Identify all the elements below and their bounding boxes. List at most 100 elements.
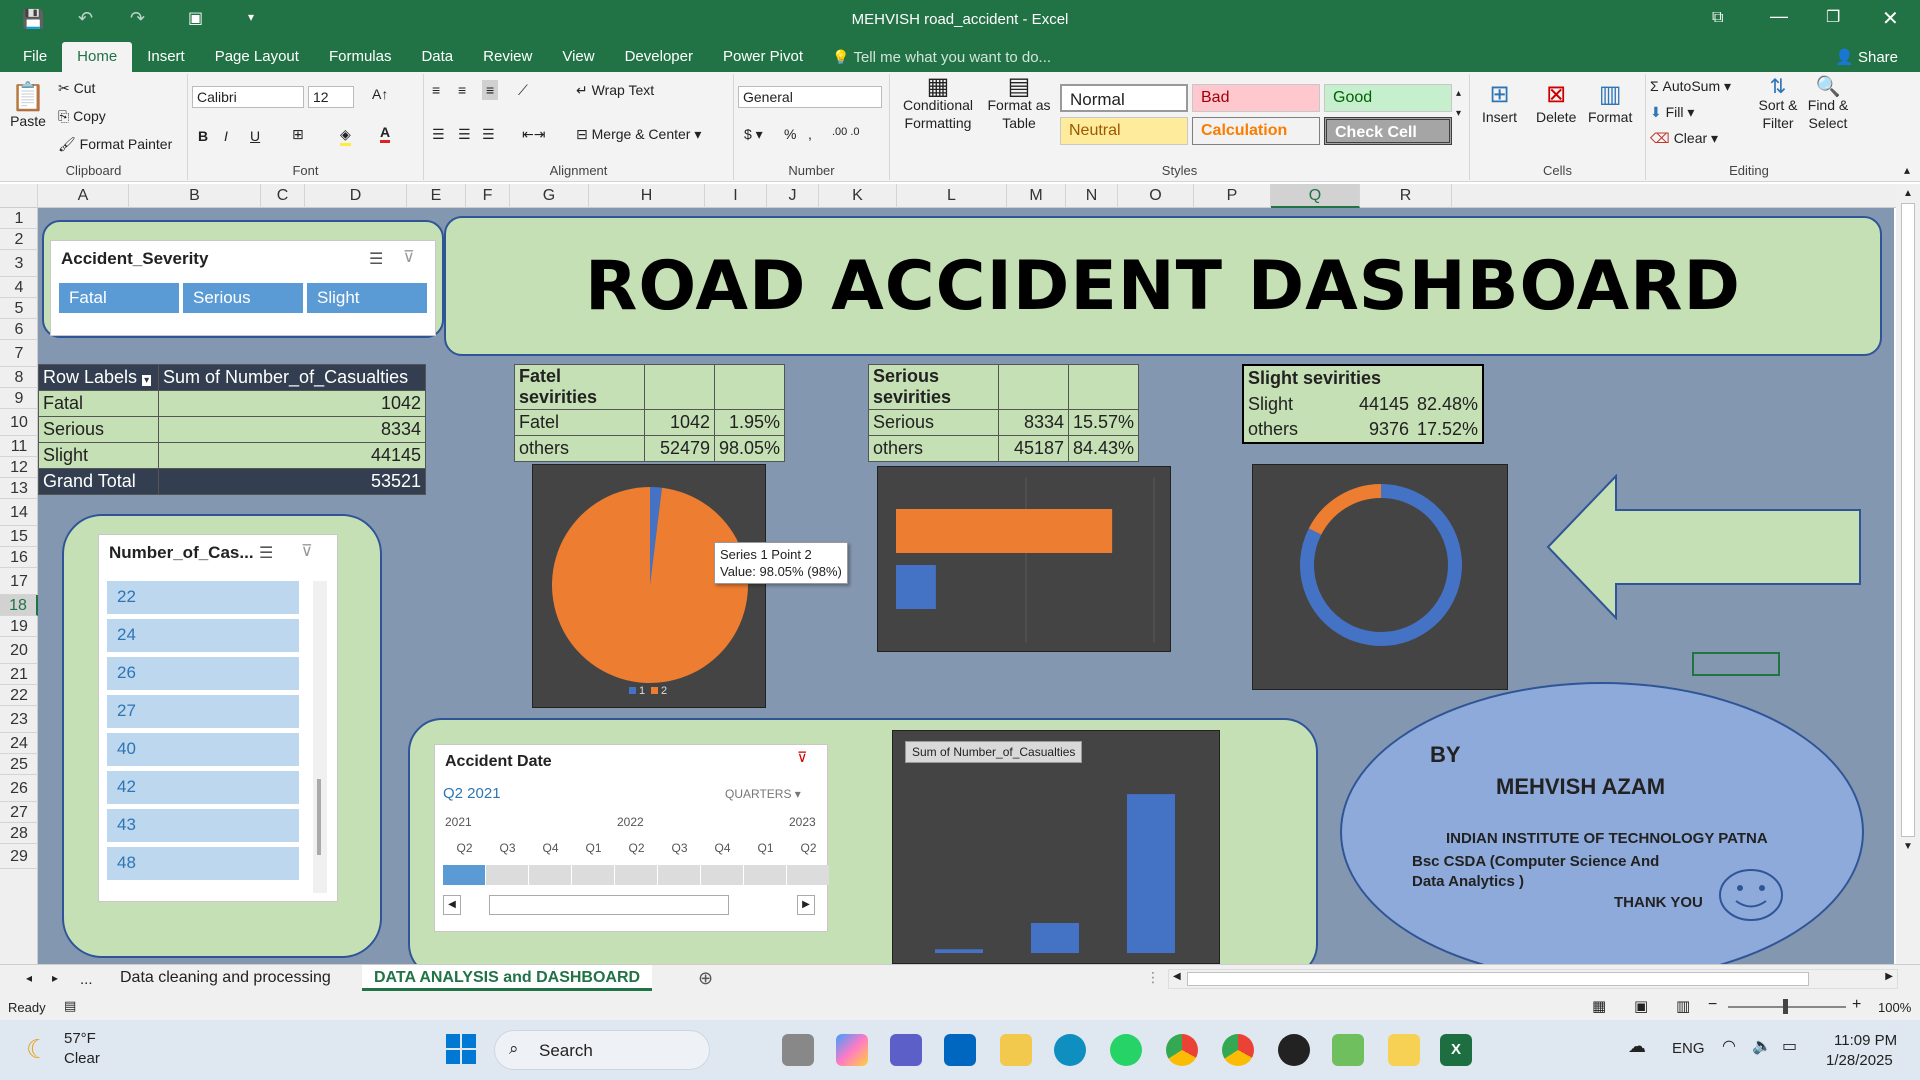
paste-button[interactable]: 📋 Paste <box>8 80 48 129</box>
styles-scroll-icon[interactable]: ▴ ▾ <box>1456 84 1461 124</box>
scroll-thumb[interactable] <box>1901 203 1915 837</box>
slicer-item[interactable]: 43 <box>107 809 299 842</box>
column-header[interactable]: I <box>705 184 767 208</box>
grand-total-value[interactable]: 53521 <box>158 468 426 495</box>
align-top-icon[interactable]: ≡ <box>432 82 440 98</box>
timeline-scrollbar[interactable] <box>489 895 729 915</box>
timeline-period-bar[interactable] <box>701 865 743 885</box>
row-header[interactable]: 6 <box>0 319 38 340</box>
style-calculation[interactable]: Calculation <box>1192 117 1320 145</box>
donut-segment[interactable] <box>1308 484 1382 535</box>
empty-cell[interactable] <box>713 364 786 410</box>
row-header[interactable]: 16 <box>0 547 38 568</box>
clear-filter-icon[interactable]: ⊽ <box>797 749 807 766</box>
tab-dashboard[interactable]: DATA ANALYSIS and DASHBOARD <box>362 965 653 991</box>
menu-tab[interactable]: Page Layout <box>200 42 314 72</box>
minimize-icon[interactable]: — <box>1770 6 1788 27</box>
find-select-button[interactable]: 🔍 Find & Select <box>1804 77 1852 132</box>
chrome-icon[interactable] <box>1166 1034 1198 1066</box>
ribbon-display-icon[interactable]: ⧉ <box>1712 9 1723 27</box>
casualties-column-chart[interactable]: Sum of Number_of_Casualties <box>892 730 1220 964</box>
pivot-row-value[interactable]: 8334 <box>158 416 426 443</box>
column-header[interactable]: K <box>819 184 897 208</box>
align-right-icon[interactable]: ☰ <box>482 126 495 143</box>
row-header[interactable]: 5 <box>0 298 38 319</box>
menu-tab[interactable]: Developer <box>610 42 708 72</box>
orientation-icon[interactable]: ⟋ <box>518 82 528 99</box>
table-cell[interactable]: others <box>868 435 999 462</box>
zoom-slider-thumb[interactable] <box>1783 999 1788 1014</box>
row-header[interactable]: 29 <box>0 844 38 869</box>
format-as-table-button[interactable]: ▤ Format as Table <box>984 75 1054 132</box>
bold-icon[interactable]: B <box>198 128 208 144</box>
select-all-corner[interactable] <box>0 184 38 208</box>
slicer-item-slight[interactable]: Slight <box>307 283 427 313</box>
row-header[interactable]: 4 <box>0 277 38 298</box>
column-header[interactable]: H <box>589 184 705 208</box>
touch-mode-icon[interactable]: ▣ <box>188 8 203 28</box>
column-header[interactable]: L <box>897 184 1007 208</box>
timeline-period-bar[interactable] <box>615 865 657 885</box>
horizontal-scrollbar[interactable]: ◀ ▶ <box>1168 969 1898 989</box>
number-format-select[interactable]: General <box>738 86 882 108</box>
filter-dropdown-icon[interactable]: ▾ <box>142 375 152 386</box>
autosum-button[interactable]: Σ AutoSum ▾ <box>1650 78 1731 95</box>
column-header[interactable]: P <box>1194 184 1271 208</box>
row-header[interactable]: 8 <box>0 367 38 388</box>
restore-icon[interactable]: ❐ <box>1826 7 1840 27</box>
tab-scroll-right-icon[interactable]: ▸ <box>52 971 58 985</box>
scroll-down-icon[interactable]: ▼ <box>1896 841 1920 852</box>
close-icon[interactable]: ✕ <box>1882 6 1899 31</box>
row-header[interactable]: 23 <box>0 706 38 733</box>
pivot-row-label[interactable]: Serious <box>38 416 159 443</box>
row-header[interactable]: 9 <box>0 388 38 409</box>
notepad-icon[interactable] <box>1332 1034 1364 1066</box>
bar[interactable] <box>896 509 1113 553</box>
menu-tab[interactable]: File <box>8 42 62 72</box>
language-indicator[interactable]: ENG <box>1672 1040 1705 1057</box>
format-cells-button[interactable]: ▥ Format <box>1588 80 1632 125</box>
style-good[interactable]: Good <box>1324 84 1452 112</box>
table-cell[interactable]: 98.05% <box>713 435 786 462</box>
file-explorer-icon[interactable] <box>1000 1034 1032 1066</box>
serious-bar-chart[interactable] <box>877 466 1171 652</box>
fatal-pie-chart[interactable]: 1 2 <box>532 464 766 708</box>
timeline-quarter[interactable]: Q4 <box>701 841 744 855</box>
row-header[interactable]: 13 <box>0 478 38 499</box>
slicer-item-fatal[interactable]: Fatal <box>59 283 179 313</box>
add-sheet-icon[interactable]: ⊕ <box>698 968 713 989</box>
align-middle-icon[interactable]: ≡ <box>458 82 466 98</box>
timeline-quarter[interactable]: Q3 <box>658 841 701 855</box>
timeline-quarter[interactable]: Q2 <box>615 841 658 855</box>
pivot-row-label[interactable]: Slight <box>38 442 159 469</box>
row-header[interactable]: 17 <box>0 568 38 595</box>
hscroll-right-icon[interactable]: ▶ <box>1885 971 1893 982</box>
pivot-row-label[interactable]: Fatal <box>38 390 159 417</box>
row-header[interactable]: 27 <box>0 802 38 823</box>
column-bar[interactable] <box>1127 794 1175 953</box>
multi-select-icon[interactable]: ☰ <box>369 249 383 269</box>
worksheet[interactable]: Accident_Severity ☰ ⊽ Fatal Serious Slig… <box>38 208 1894 964</box>
row-header[interactable]: 18 <box>0 595 38 616</box>
slicer-item[interactable]: 40 <box>107 733 299 766</box>
column-header[interactable]: R <box>1360 184 1452 208</box>
table-cell[interactable]: 1042 <box>644 409 715 436</box>
empty-cell[interactable] <box>644 364 715 410</box>
column-header[interactable]: E <box>407 184 466 208</box>
row-header[interactable]: 22 <box>0 685 38 706</box>
table-cell[interactable]: 44145 <box>1353 391 1413 417</box>
redo-icon[interactable]: ↷ <box>130 8 145 29</box>
align-center-icon[interactable]: ☰ <box>458 126 471 143</box>
timeline-quarter[interactable]: Q1 <box>744 841 787 855</box>
table-cell[interactable]: 17.52% <box>1413 417 1483 443</box>
row-header[interactable]: 28 <box>0 823 38 844</box>
pivot-header-row-labels[interactable]: Row Labels ▾ <box>38 364 159 391</box>
copy-button[interactable]: ⎘ Copy <box>58 108 106 125</box>
column-header[interactable]: Q <box>1271 184 1360 208</box>
store-icon[interactable] <box>944 1034 976 1066</box>
chart-field-button[interactable]: Sum of Number_of_Casualties <box>905 741 1083 763</box>
row-header[interactable]: 15 <box>0 526 38 547</box>
timeline-period-bar[interactable] <box>572 865 614 885</box>
column-header[interactable]: F <box>466 184 510 208</box>
row-header[interactable]: 3 <box>0 250 38 277</box>
